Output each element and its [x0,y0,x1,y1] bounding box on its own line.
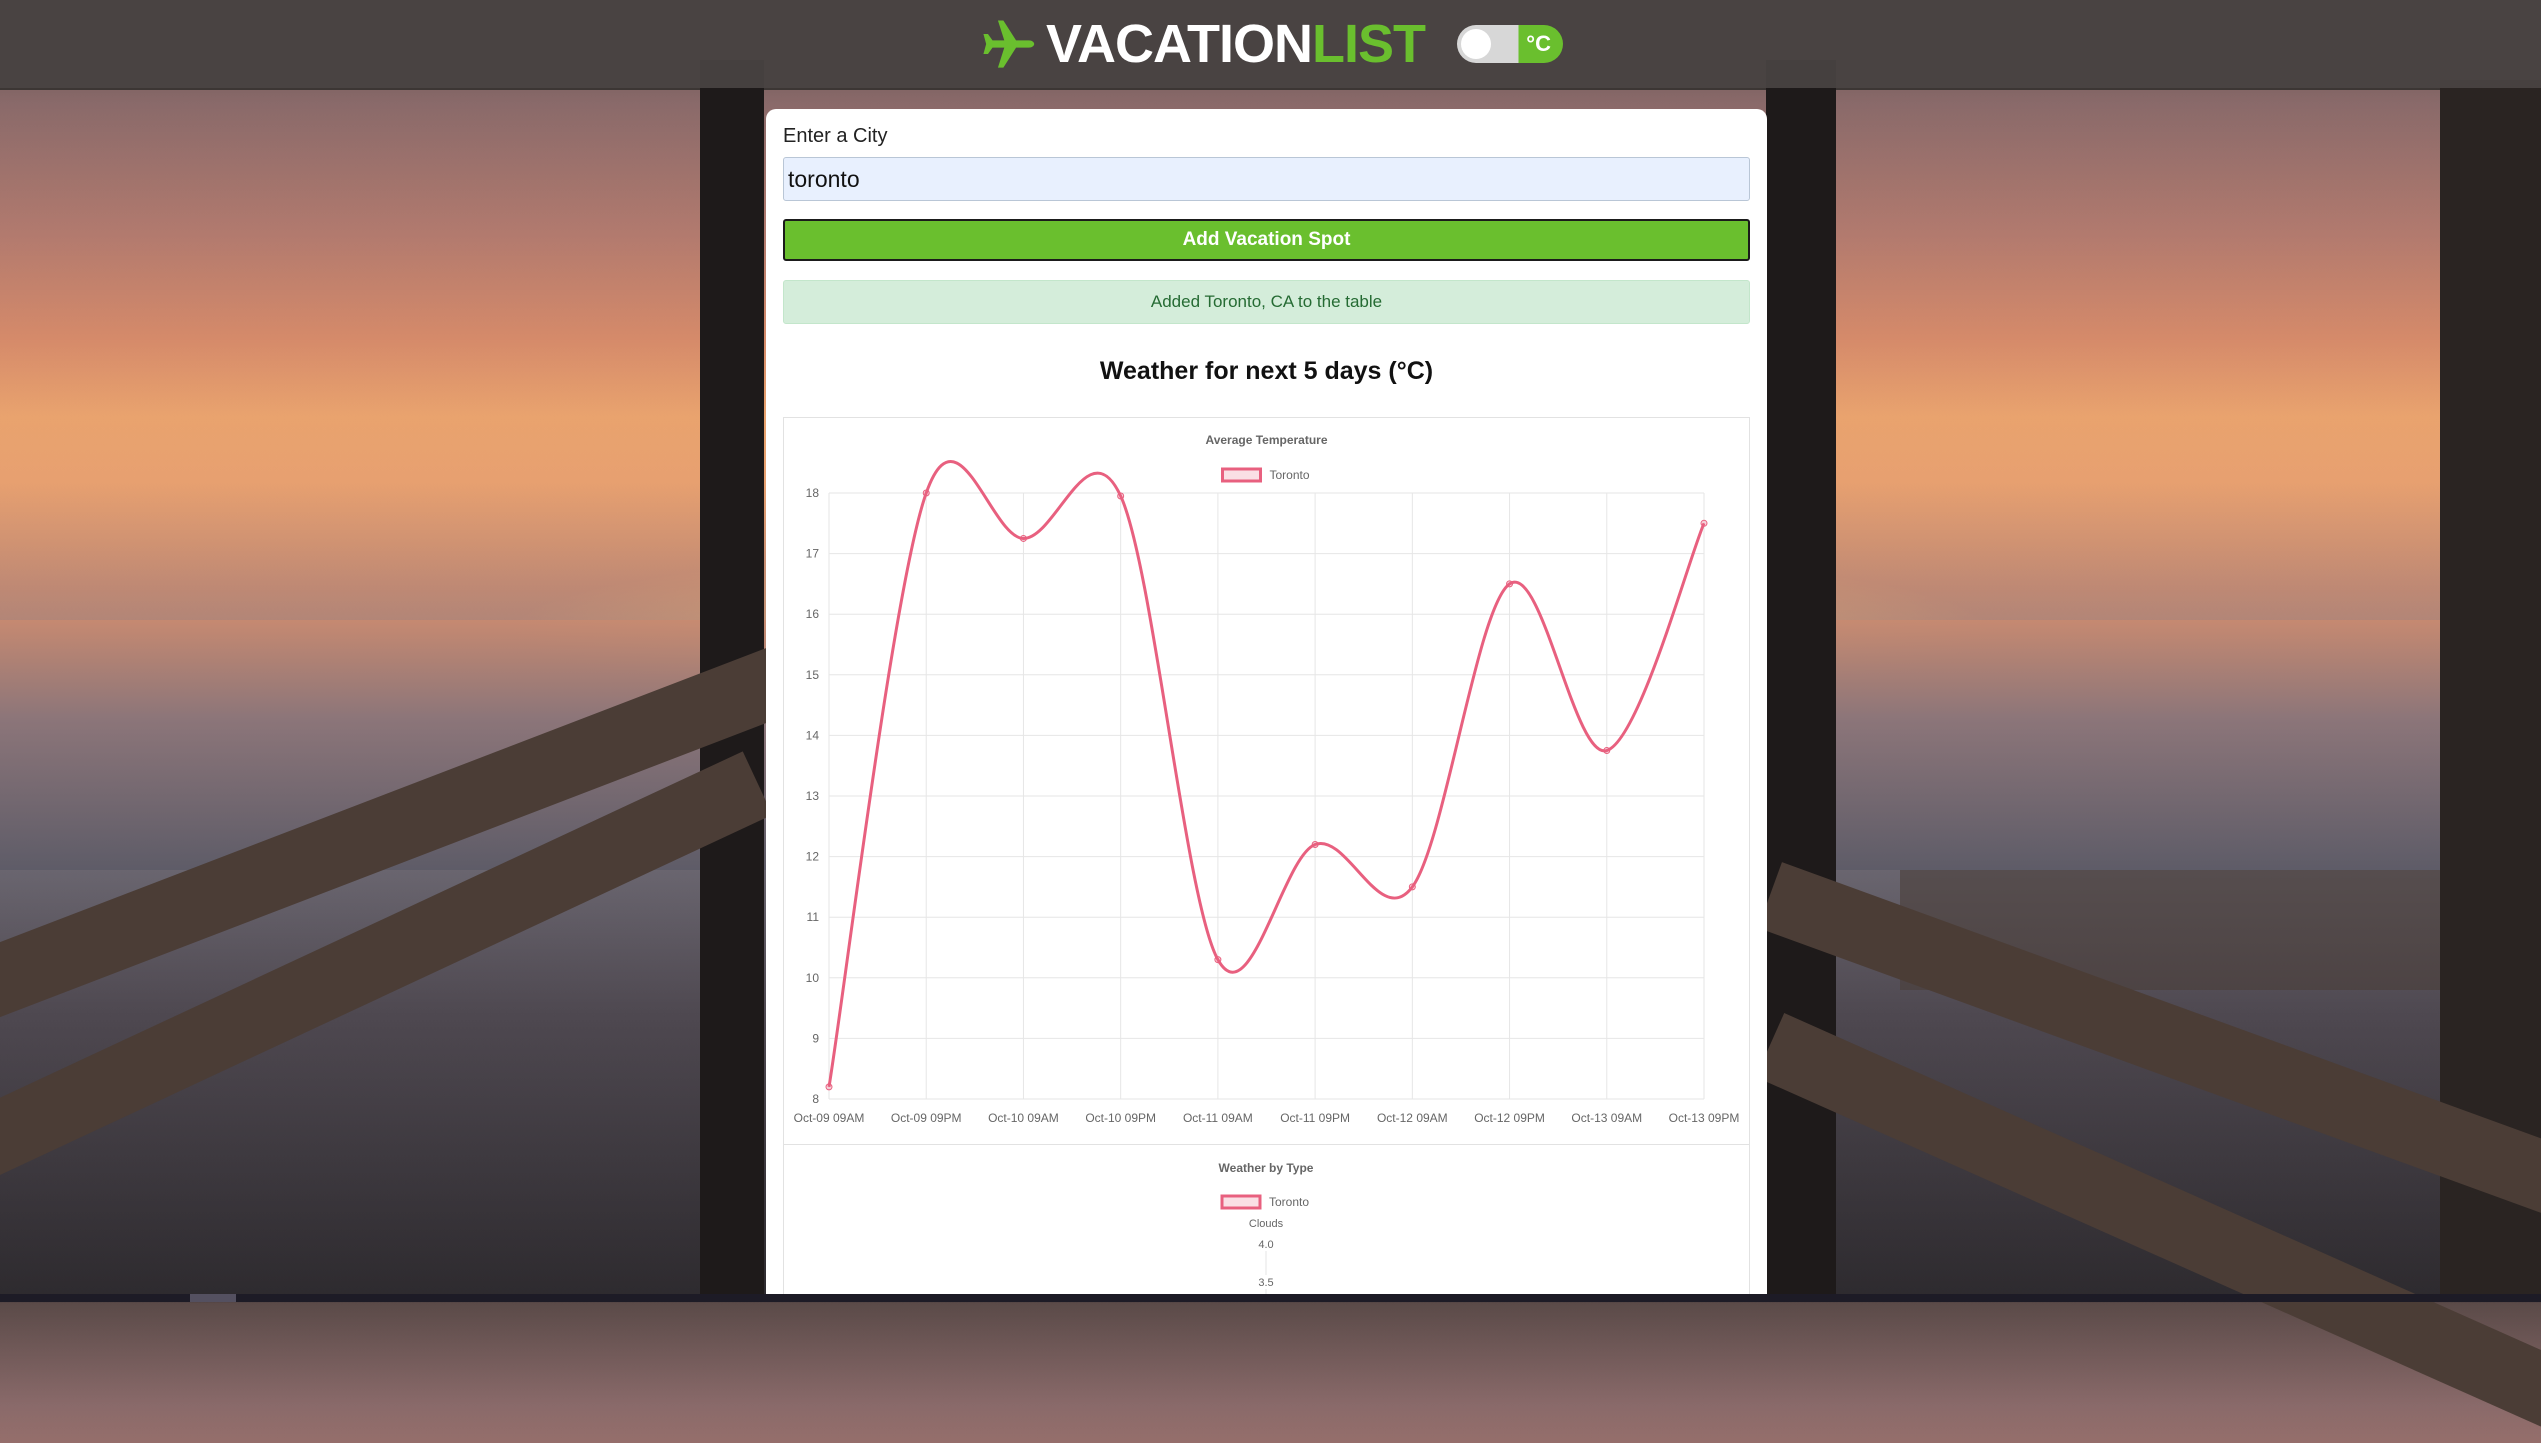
data-point [1603,747,1611,755]
airplane-icon [983,20,1035,68]
series-line-toronto [827,460,1706,1088]
main-card: Enter a City Add Vacation Spot Added Tor… [766,109,1767,1302]
y-tick-label: 15 [806,668,820,682]
top-navbar: VACATIONLIST °C [0,0,2541,88]
y-tick-label: 18 [806,486,820,500]
city-label: Enter a City [783,125,888,147]
radar-tick-label: 3.5 [1258,1277,1273,1289]
data-point [1408,883,1416,891]
chart-title: Average Temperature [1205,433,1327,447]
add-vacation-spot-button[interactable]: Add Vacation Spot [783,219,1750,261]
x-tick-label: Oct-10 09AM [988,1111,1059,1125]
y-tick-label: 13 [806,789,820,803]
y-tick-label: 9 [812,1031,819,1045]
legend-swatch [1221,467,1262,483]
taskbar [0,1294,2541,1302]
brand-title: VACATIONLIST [1046,13,1426,75]
data-point [1019,534,1027,542]
x-tick-label: Oct-11 09AM [1183,1111,1253,1125]
unit-toggle-label: °C [1526,31,1551,56]
x-tick-label: Oct-11 09PM [1280,1111,1350,1125]
x-tick-label: Oct-09 09PM [891,1111,962,1125]
city-input[interactable] [783,157,1750,201]
x-tick-label: Oct-12 09PM [1474,1111,1545,1125]
y-tick-label: 16 [806,607,820,621]
y-tick-label: 17 [806,547,820,561]
pergola-post-right [1766,60,1836,1302]
x-tick-label: Oct-13 09PM [1669,1111,1740,1125]
weather-type-radar-chart: Weather by Type Toronto Clouds 4.0 3.5 [1219,1161,1314,1302]
data-point [825,1083,833,1091]
y-tick-label: 12 [806,850,820,864]
unit-toggle[interactable]: °C [1456,25,1563,63]
y-tick-label: 11 [807,910,820,924]
temperature-chart-card: Average Temperature Toronto 8 9 10 11 12 13 14 15… [783,417,1750,1145]
y-tick-label: 8 [812,1092,819,1106]
legend-label: Toronto [1270,468,1310,482]
railing-right-lower [1755,1013,2541,1443]
x-tick-label: Oct-10 09PM [1085,1111,1156,1125]
radar-axis-label: Clouds [1249,1218,1284,1230]
x-tick-label: Oct-09 09AM [794,1111,865,1125]
taskbar-item[interactable] [190,1294,236,1302]
radar-tick-label: 4.0 [1258,1239,1273,1251]
toggle-knob [1460,29,1491,59]
data-point [922,489,930,497]
data-point [1311,840,1319,848]
data-point [1700,519,1708,527]
x-tick-label: Oct-13 09AM [1571,1111,1642,1125]
data-point [1117,492,1125,500]
brand-logo[interactable]: VACATIONLIST [978,13,1426,75]
y-tick-label: 10 [806,971,820,985]
brand-title-accent: LIST [1311,14,1426,74]
legend-swatch [1220,1194,1262,1210]
legend-label: Toronto [1269,1195,1309,1209]
weather-section-title: Weather for next 5 days (°C) [1099,357,1434,385]
y-tick-label: 14 [806,728,820,742]
data-point [1214,956,1222,964]
weather-type-chart-card: Weather by Type Toronto Clouds 4.0 3.5 [783,1145,1750,1302]
brand-title-main: VACATION [1046,14,1313,74]
x-tick-label: Oct-12 09AM [1377,1111,1448,1125]
status-alert: Added Toronto, CA to the table [783,280,1750,324]
data-point [1506,580,1514,588]
chart-title: Weather by Type [1219,1161,1314,1175]
temperature-line-chart: Average Temperature Toronto 8 9 10 11 12 13 14 15… [794,433,1740,1125]
